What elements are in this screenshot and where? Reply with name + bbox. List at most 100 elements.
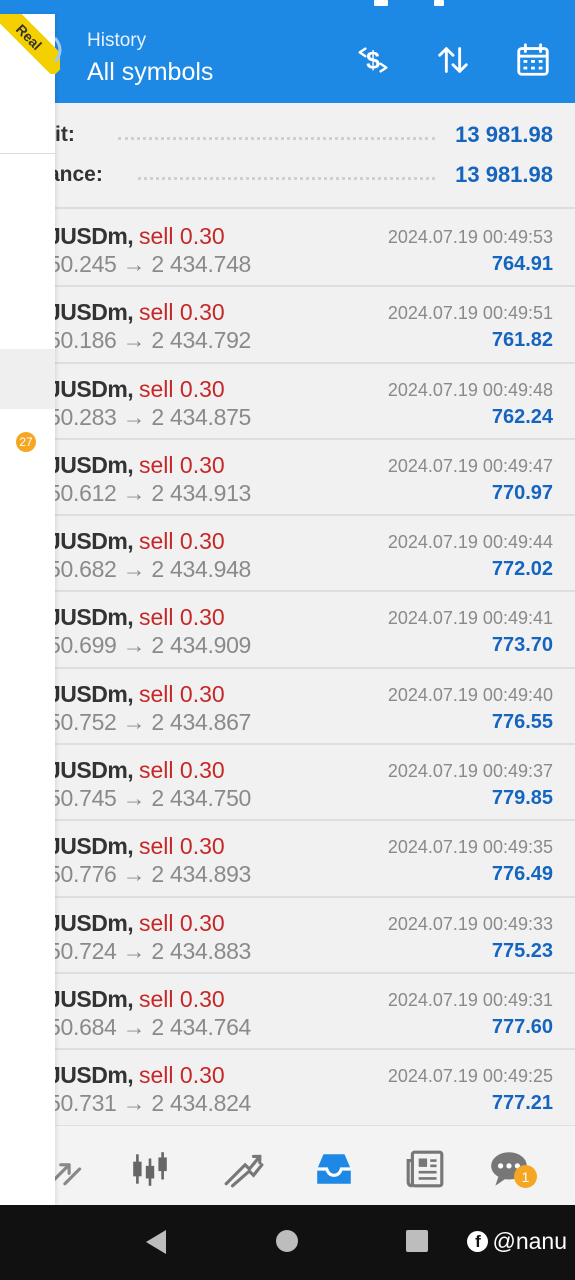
deal-side: sell 0.30	[139, 299, 225, 326]
deal-time: 2024.07.19 00:49:51	[387, 303, 553, 324]
deal-row[interactable]: JUSDm, sell 0.30 50.745 → 2 434.750 2024.07…	[0, 745, 575, 822]
deal-row[interactable]: JUSDm, sell 0.30 50.283 → 2 434.875 2024.07…	[0, 363, 575, 440]
watermark-text: @nanu	[492, 1228, 567, 1254]
facebook-icon: f	[467, 1231, 489, 1252]
home-icon[interactable]	[276, 1230, 298, 1252]
watermark: f @nanu	[467, 1228, 567, 1255]
deal-prices: 50.245 → 2 434.748	[48, 251, 252, 277]
balance-label: ance:	[48, 163, 103, 186]
deal-time: 2024.07.19 00:49:53	[387, 227, 553, 247]
deal-symbol: JUSDm,	[48, 299, 134, 326]
deal-profit: 777.21	[491, 1092, 553, 1115]
deal-profit: 777.60	[491, 1015, 553, 1038]
deal-profit: 761.82	[491, 329, 553, 352]
symbol-filter[interactable]: All symbols	[87, 58, 213, 87]
battery-icon	[434, 0, 444, 6]
trade-icon[interactable]	[218, 1144, 268, 1194]
deal-symbol: JUSDm,	[48, 528, 134, 555]
deal-profit: 762.24	[491, 405, 553, 428]
deal-side: sell 0.30	[139, 909, 225, 936]
deal-time: 2024.07.19 00:49:41	[387, 608, 553, 629]
deal-profit: 779.85	[491, 787, 553, 810]
deal-time: 2024.07.19 00:49:48	[387, 379, 553, 400]
app-logo-fragment-icon	[55, 37, 62, 63]
deal-profit: 770.97	[491, 481, 553, 504]
deal-side: sell 0.30	[139, 757, 225, 784]
deal-time: 2024.07.19 00:49:44	[387, 532, 553, 553]
deal-symbol: JUSDm,	[48, 375, 134, 402]
deal-side: sell 0.30	[139, 1062, 225, 1089]
deal-prices: 50.699 → 2 434.909	[48, 632, 252, 659]
history-summary: fit: 13 981.98 ance: 13 981.98	[0, 103, 575, 209]
dotted-leader	[138, 177, 435, 180]
deal-row[interactable]: JUSDm, sell 0.30 50.684 → 2 434.764 2024.07…	[0, 973, 575, 1051]
deal-prices: 50.612 → 2 434.913	[48, 479, 252, 506]
deal-time: 2024.07.19 00:49:35	[387, 837, 553, 858]
ribbon-label: Real	[0, 14, 60, 74]
deal-side: sell 0.30	[139, 451, 225, 478]
svg-text:$: $	[366, 48, 380, 75]
deal-prices: 50.283 → 2 434.875	[48, 403, 252, 430]
deal-time: 2024.07.19 00:49:31	[387, 989, 553, 1010]
deal-symbol: JUSDm,	[48, 680, 134, 707]
sort-icon[interactable]	[431, 38, 475, 82]
deals-list: JUSDm, sell 0.30 50.245 → 2 434.748 2024.07…	[0, 211, 575, 1127]
chart-candles-icon[interactable]	[125, 1144, 175, 1194]
dotted-leader	[118, 137, 435, 140]
deal-symbol: JUSDm,	[48, 833, 134, 860]
currency-exchange-icon[interactable]: $	[351, 38, 395, 82]
deal-symbol: JUSDm,	[48, 451, 134, 478]
deal-profit: 776.49	[491, 863, 553, 886]
deal-row[interactable]: JUSDm, sell 0.30 50.752 → 2 434.867 2024.07…	[0, 668, 575, 746]
calendar-icon[interactable]	[511, 38, 555, 82]
deal-profit: 773.70	[491, 634, 553, 657]
deal-symbol: JUSDm,	[48, 223, 134, 249]
deal-row[interactable]: JUSDm, sell 0.30 50.682 → 2 434.948 2024.07…	[0, 516, 575, 593]
side-drawer[interactable]: 27	[0, 14, 55, 1205]
deal-row[interactable]: JUSDm, sell 0.30 50.776 → 2 434.893 2024.07…	[0, 821, 575, 898]
deal-prices: 50.776 → 2 434.893	[48, 861, 252, 888]
deal-prices: 50.186 → 2 434.792	[48, 327, 252, 354]
header-title: History	[87, 30, 147, 51]
profit-row: fit: 13 981.98	[0, 117, 575, 157]
deal-row[interactable]: JUSDm, sell 0.30 50.699 → 2 434.909 2024.07…	[0, 592, 575, 669]
deal-time: 2024.07.19 00:49:40	[387, 684, 553, 705]
deal-side: sell 0.30	[139, 604, 225, 631]
deal-time: 2024.07.19 00:49:33	[387, 913, 553, 934]
deal-row[interactable]: JUSDm, sell 0.30 50.724 → 2 434.883 2024.07…	[0, 897, 575, 974]
deal-profit: 764.91	[491, 253, 553, 275]
deal-prices: 50.684 → 2 434.764	[48, 1013, 252, 1040]
deal-side: sell 0.30	[139, 528, 225, 555]
deal-time: 2024.07.19 00:49:37	[387, 761, 553, 782]
deal-prices: 50.745 → 2 434.750	[48, 785, 252, 812]
deal-prices: 50.682 → 2 434.948	[48, 556, 252, 583]
deal-prices: 50.724 → 2 434.883	[48, 937, 252, 964]
bottom-navigation	[0, 1125, 575, 1205]
deal-side: sell 0.30	[139, 680, 225, 707]
drawer-badge: 27	[16, 432, 36, 452]
news-icon[interactable]	[400, 1144, 450, 1194]
deal-symbol: JUSDm,	[48, 909, 134, 936]
chat-badge: 1	[514, 1165, 537, 1188]
recents-icon[interactable]	[406, 1230, 428, 1252]
deal-symbol: JUSDm,	[48, 985, 134, 1012]
deal-profit: 776.55	[491, 710, 553, 733]
deal-row[interactable]: JUSDm, sell 0.30 50.612 → 2 434.913 2024.07…	[0, 439, 575, 517]
deal-row[interactable]: JUSDm, sell 0.30 50.186 → 2 434.792 2024.07…	[0, 287, 575, 364]
deal-row[interactable]: JUSDm, sell 0.30 50.245 → 2 434.748 2024.07…	[0, 211, 575, 288]
deal-profit: 772.02	[491, 558, 553, 581]
deal-time: 2024.07.19 00:49:47	[387, 455, 553, 476]
deal-time: 2024.07.19 00:49:25	[387, 1066, 553, 1087]
history-inbox-icon[interactable]	[309, 1144, 359, 1194]
balance-row: ance: 13 981.98	[0, 157, 575, 197]
balance-value: 13 981.98	[455, 162, 553, 187]
deal-profit: 775.23	[491, 939, 553, 962]
drawer-selected-item[interactable]	[0, 349, 55, 409]
drawer-divider	[0, 153, 55, 154]
back-icon[interactable]	[146, 1230, 166, 1254]
deal-row[interactable]: JUSDm, sell 0.30 50.731 → 2 434.824 2024.07…	[0, 1050, 575, 1127]
deal-symbol: JUSDm,	[48, 1062, 134, 1089]
deal-prices: 50.731 → 2 434.824	[48, 1090, 252, 1117]
signal-icon	[374, 0, 388, 6]
deal-prices: 50.752 → 2 434.867	[48, 708, 252, 735]
